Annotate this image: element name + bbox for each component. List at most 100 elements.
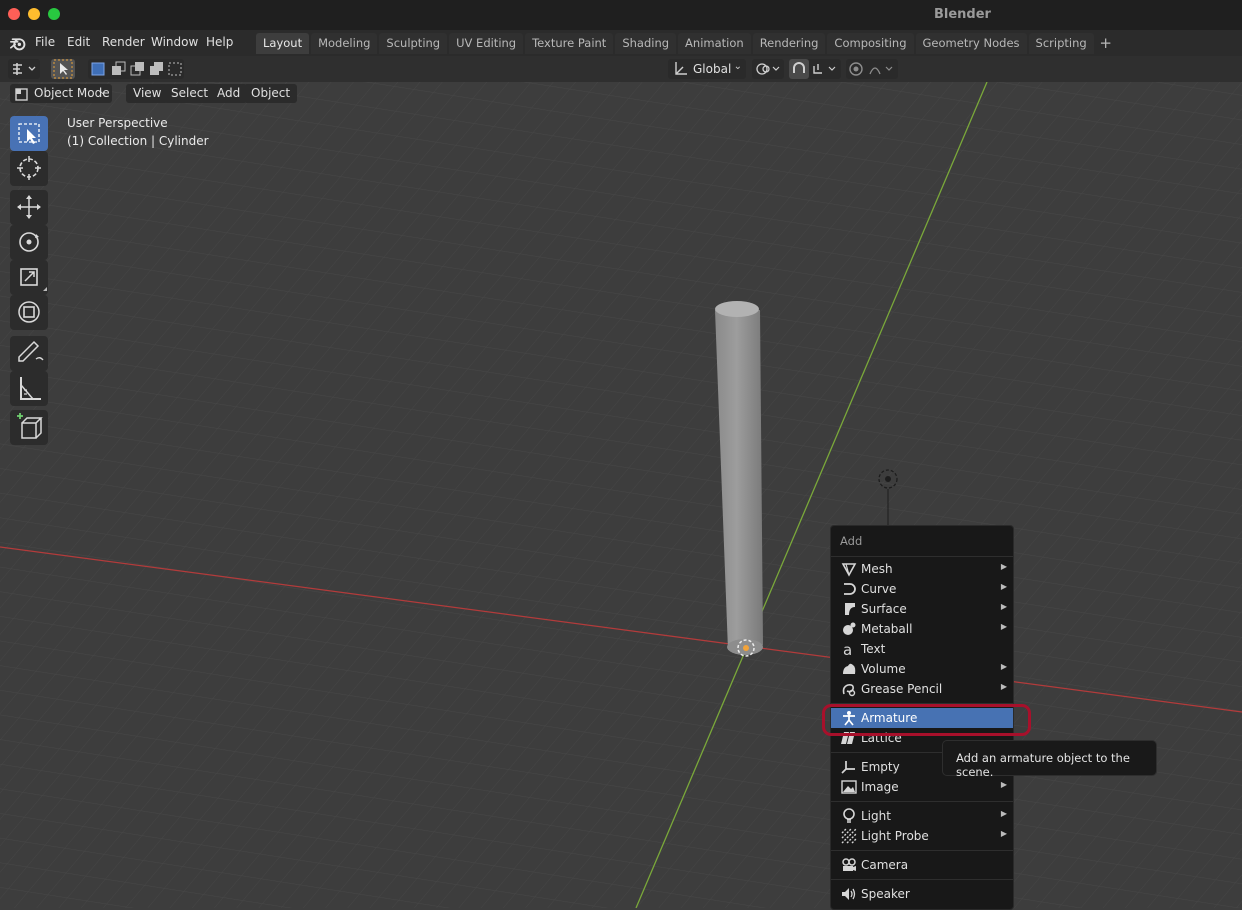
menu-item-metaball[interactable]: Metaball ▶ bbox=[831, 619, 1013, 639]
add-cube-icon bbox=[17, 413, 43, 439]
tab-uv-editing[interactable]: UV Editing bbox=[449, 33, 524, 54]
object-mode-icon bbox=[15, 88, 28, 101]
armature-tooltip: Add an armature object to the scene. bbox=[942, 740, 1157, 779]
3d-viewport[interactable] bbox=[0, 82, 1242, 908]
submenu-arrow-icon: ▶ bbox=[1000, 582, 1007, 591]
menu-separator bbox=[831, 801, 1013, 802]
tool-cursor[interactable] bbox=[10, 151, 48, 186]
submenu-arrow-icon: ▶ bbox=[1000, 622, 1007, 631]
menu-item-light-probe[interactable]: Light Probe ▶ bbox=[831, 826, 1013, 846]
metaball-icon bbox=[843, 622, 856, 635]
tab-rendering[interactable]: Rendering bbox=[752, 33, 826, 54]
pivot-point-icon bbox=[756, 63, 780, 75]
cursor-icon bbox=[17, 156, 41, 180]
transform-orientation-dropdown[interactable]: Global ⌄ bbox=[668, 59, 746, 79]
menu-item-label: Speaker bbox=[861, 887, 910, 901]
submenu-arrow-icon: ▶ bbox=[1000, 602, 1007, 611]
menu-item-grease-pencil[interactable]: Grease Pencil ▶ bbox=[831, 679, 1013, 699]
add-workspace-button[interactable]: + bbox=[1096, 33, 1116, 55]
menu-edit[interactable]: Edit bbox=[67, 35, 90, 49]
blender-logo-icon[interactable] bbox=[10, 35, 27, 52]
orientation-icon bbox=[675, 62, 687, 75]
close-window-button[interactable] bbox=[8, 8, 20, 20]
menu-item-image[interactable]: Image ▶ bbox=[831, 777, 1013, 797]
menu-item-surface[interactable]: Surface ▶ bbox=[831, 599, 1013, 619]
menu-separator bbox=[831, 556, 1013, 557]
viewport-perspective-label: User Perspective bbox=[67, 116, 168, 130]
snap-icon bbox=[789, 59, 836, 79]
tool-select-box[interactable] bbox=[10, 116, 48, 151]
curve-icon bbox=[844, 583, 856, 595]
transform-orientation-label: Global bbox=[693, 62, 732, 76]
menu-item-speaker[interactable]: Speaker bbox=[831, 884, 1013, 904]
speaker-icon bbox=[842, 888, 856, 900]
minimize-window-button[interactable] bbox=[28, 8, 40, 20]
viewport-collection-label: (1) Collection | Cylinder bbox=[67, 134, 209, 148]
menu-item-label: Mesh bbox=[861, 562, 893, 576]
menu-help[interactable]: Help bbox=[206, 35, 233, 49]
scale-icon bbox=[20, 268, 47, 291]
tab-animation[interactable]: Animation bbox=[678, 33, 751, 54]
add-menu-title: Add bbox=[840, 534, 863, 548]
select-menu[interactable]: Select bbox=[164, 84, 216, 103]
zoom-window-button[interactable] bbox=[48, 8, 60, 20]
menu-item-label: Surface bbox=[861, 602, 907, 616]
tool-move[interactable] bbox=[10, 190, 48, 225]
tool-rotate[interactable] bbox=[10, 225, 48, 260]
menu-item-label: Volume bbox=[861, 662, 906, 676]
menu-item-camera[interactable]: Camera bbox=[831, 855, 1013, 875]
tool-transform[interactable] bbox=[10, 295, 48, 330]
window-titlebar: Blender bbox=[0, 0, 1242, 30]
workspace-tabs: Layout Modeling Sculpting UV Editing Tex… bbox=[256, 33, 1116, 55]
annotate-icon bbox=[18, 340, 44, 362]
menu-item-label: Empty bbox=[861, 760, 900, 774]
chevron-down-icon: ⌄ bbox=[98, 86, 107, 97]
menu-item-label: Grease Pencil bbox=[861, 682, 943, 696]
proportional-editing-icon bbox=[849, 62, 893, 76]
proportional-editing-group[interactable] bbox=[846, 59, 898, 79]
menu-item-curve[interactable]: Curve ▶ bbox=[831, 579, 1013, 599]
selection-modes-icon[interactable] bbox=[88, 59, 184, 79]
tooltip-text: Add an armature object to the scene. bbox=[956, 751, 1130, 779]
menu-window[interactable]: Window bbox=[151, 35, 198, 49]
editor-type-button[interactable] bbox=[8, 59, 40, 79]
tab-modeling[interactable]: Modeling bbox=[311, 33, 378, 54]
tool-add-cube[interactable] bbox=[10, 410, 48, 445]
menu-render[interactable]: Render bbox=[102, 35, 145, 49]
tab-compositing[interactable]: Compositing bbox=[827, 33, 914, 54]
move-icon bbox=[17, 195, 41, 219]
menu-item-label: Curve bbox=[861, 582, 897, 596]
menu-item-text[interactable]: a Text bbox=[831, 639, 1013, 659]
object-mode-dropdown[interactable]: Object Mode ⌄ bbox=[10, 84, 112, 103]
window-title: Blender bbox=[934, 7, 991, 22]
tab-shading[interactable]: Shading bbox=[615, 33, 677, 54]
measure-icon bbox=[20, 377, 41, 400]
snap-group[interactable] bbox=[789, 59, 841, 79]
menu-item-label: Text bbox=[861, 642, 886, 656]
editor-type-icon bbox=[13, 63, 36, 75]
tool-annotate[interactable] bbox=[10, 336, 48, 371]
volume-icon bbox=[843, 663, 856, 674]
camera-icon bbox=[842, 858, 856, 871]
menu-file[interactable]: File bbox=[35, 35, 55, 49]
selection-mode-group bbox=[88, 59, 184, 79]
tool-measure[interactable] bbox=[10, 371, 48, 406]
select-tool-button[interactable] bbox=[51, 59, 75, 79]
view-menu[interactable]: View bbox=[126, 84, 169, 103]
object-menu[interactable]: Object bbox=[244, 84, 298, 103]
menu-item-light[interactable]: Light ▶ bbox=[831, 806, 1013, 826]
menu-item-volume[interactable]: Volume ▶ bbox=[831, 659, 1013, 679]
tab-geometry-nodes[interactable]: Geometry Nodes bbox=[915, 33, 1027, 54]
tab-scripting[interactable]: Scripting bbox=[1028, 33, 1094, 54]
tab-texture-paint[interactable]: Texture Paint bbox=[525, 33, 614, 54]
menu-separator bbox=[831, 879, 1013, 880]
submenu-arrow-icon: ▶ bbox=[1000, 780, 1007, 789]
tool-scale[interactable] bbox=[10, 260, 48, 295]
submenu-arrow-icon: ▶ bbox=[1000, 829, 1007, 838]
menu-item-mesh[interactable]: Mesh ▶ bbox=[831, 559, 1013, 579]
tab-layout[interactable]: Layout bbox=[256, 33, 310, 54]
add-menu[interactable]: Add bbox=[210, 84, 248, 103]
pivot-point-dropdown[interactable] bbox=[752, 59, 784, 79]
menu-item-label: Light Probe bbox=[861, 829, 929, 843]
tab-sculpting[interactable]: Sculpting bbox=[379, 33, 448, 54]
